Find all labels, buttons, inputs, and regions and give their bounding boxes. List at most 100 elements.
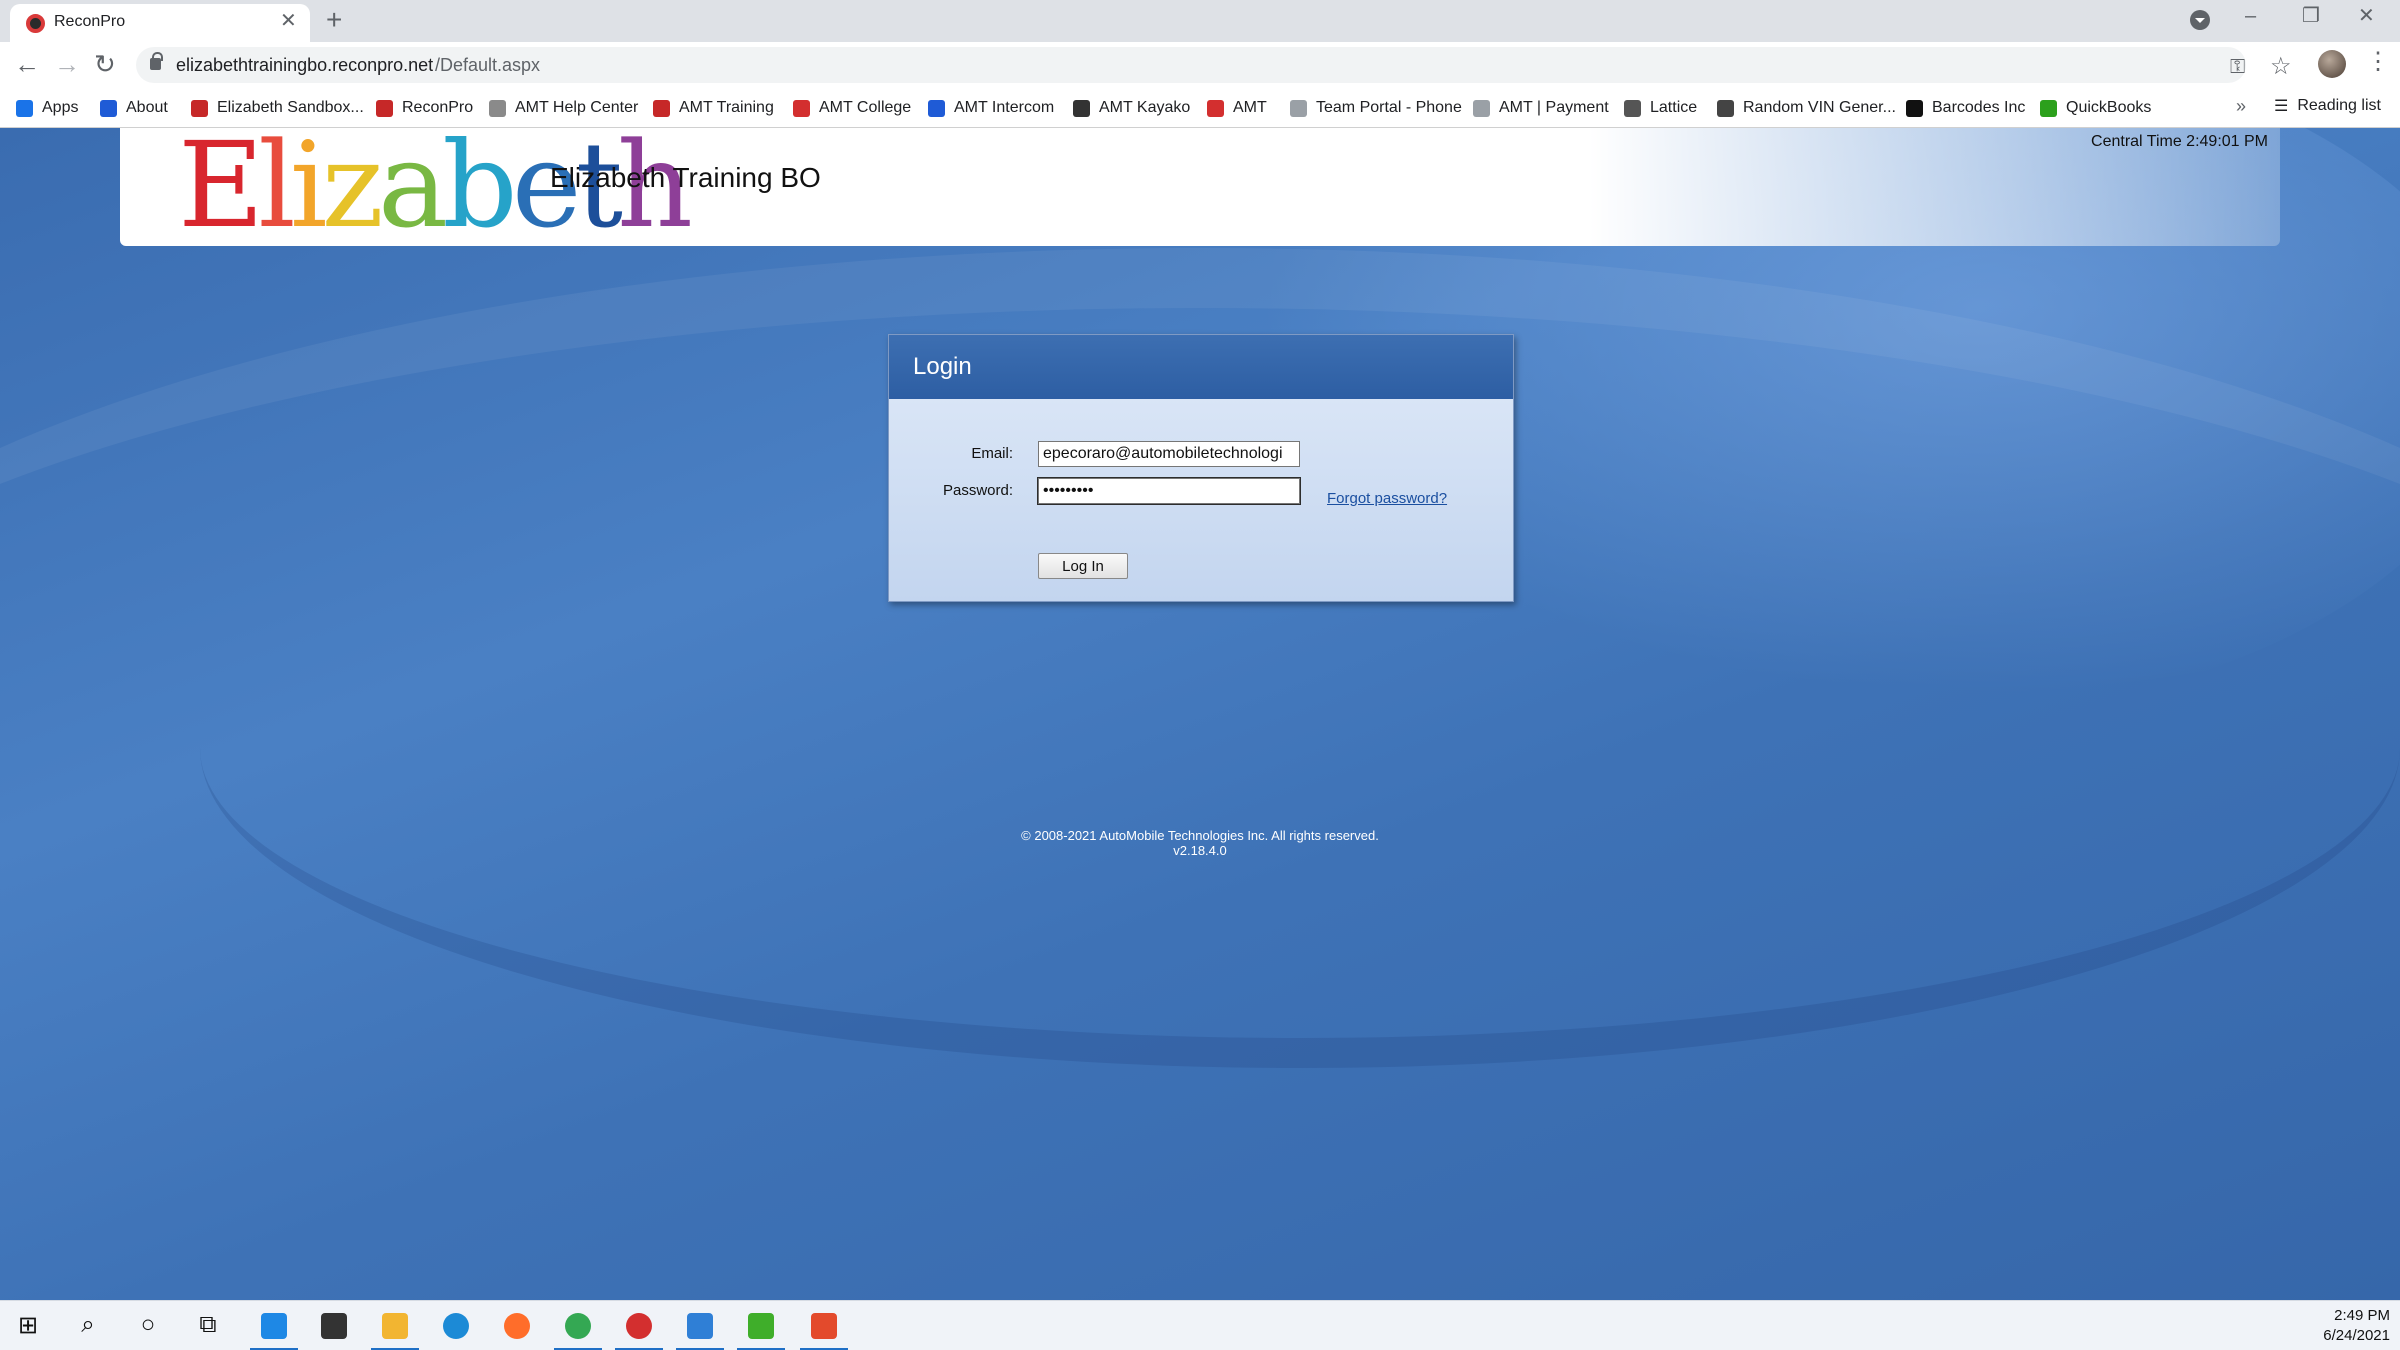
taskbar-app[interactable] <box>733 1301 789 1350</box>
barcodes-icon <box>1906 99 1923 117</box>
taskbar-app[interactable] <box>611 1301 667 1350</box>
clock-date: 6/24/2021 <box>2323 1327 2390 1344</box>
task-view-button[interactable]: ⧉ <box>180 1301 236 1350</box>
taskbar-app[interactable] <box>796 1301 852 1350</box>
bookmark-amt-payment[interactable]: AMT | Payment <box>1473 96 1609 120</box>
key-icon[interactable]: ⚿ <box>2230 56 2245 79</box>
bookmark-apps[interactable]: Apps <box>16 96 78 120</box>
bookmark-label: Elizabeth Sandbox... <box>217 99 364 116</box>
lock-icon[interactable] <box>150 52 163 70</box>
close-window-icon[interactable]: ✕ <box>2358 6 2375 26</box>
menu-dots-icon[interactable]: ⋮ <box>2366 48 2390 76</box>
start-button[interactable]: ⊞ <box>0 1301 56 1350</box>
bookmark-label: AMT | Payment <box>1499 99 1609 116</box>
address-toolbar: ← → ↻ elizabethtrainingbo.reconpro.net /… <box>0 42 2400 88</box>
bookmark-label: AMT Help Center <box>515 99 639 116</box>
taskbar-app[interactable] <box>367 1301 423 1350</box>
quickbooks-icon <box>2040 99 2057 117</box>
bookmark-label: QuickBooks <box>2066 99 2152 116</box>
bookmark-elizabeth-sandbox[interactable]: Elizabeth Sandbox... <box>191 96 364 120</box>
login-form: Email: Password: Forgot password? Log In <box>889 399 1513 601</box>
site-header: Elizabeth Elizabeth Training BO Central … <box>120 128 2280 250</box>
email-label: Email: <box>971 445 1013 462</box>
bookmark-about[interactable]: About <box>100 96 168 120</box>
close-tab-icon[interactable]: ✕ <box>280 11 297 31</box>
minimize-icon[interactable]: – <box>2245 6 2256 26</box>
url-field[interactable]: elizabethtrainingbo.reconpro.net /Defaul… <box>136 47 2246 83</box>
new-tab-icon[interactable]: + <box>326 6 342 34</box>
bookmark-label: Team Portal - Phone <box>1316 99 1462 116</box>
book-icon <box>489 99 506 117</box>
bookmarks-bar: Apps About Elizabeth Sandbox... ReconPro… <box>0 88 2400 128</box>
apps-grid-icon <box>16 99 33 117</box>
url-host: elizabethtrainingbo.reconpro.net <box>176 55 434 75</box>
email-field[interactable] <box>1038 441 1300 467</box>
bookmark-label: Apps <box>42 99 79 116</box>
taskbar-app[interactable] <box>550 1301 606 1350</box>
chrome-icon <box>565 1313 591 1339</box>
bookmark-reconpro[interactable]: ReconPro <box>376 96 473 120</box>
password-label: Password: <box>942 482 1013 499</box>
page-icon <box>1473 99 1490 117</box>
bookmark-label: Barcodes Inc <box>1932 99 2026 116</box>
reading-list-icon: ☰ <box>2274 98 2289 115</box>
system-clock[interactable]: 2:49 PM 6/24/2021 <box>2323 1306 2390 1346</box>
password-field[interactable] <box>1037 477 1301 505</box>
browser-tab[interactable]: ReconPro ✕ <box>10 4 310 42</box>
bookmark-random-vin-generator[interactable]: Random VIN Gener... <box>1717 96 1896 120</box>
intercom-icon <box>928 99 945 117</box>
bookmark-star-icon[interactable]: ☆ <box>2270 52 2292 81</box>
chevron-more-icon[interactable]: » <box>2236 96 2246 117</box>
taskbar-app[interactable] <box>489 1301 545 1350</box>
cortana-button[interactable]: ○ <box>120 1301 176 1350</box>
clock-time: 2:49 PM <box>2334 1307 2390 1324</box>
taskbar-app[interactable] <box>428 1301 484 1350</box>
bookmark-quickbooks[interactable]: QuickBooks <box>2040 96 2151 120</box>
bookmark-amt-intercom[interactable]: AMT Intercom <box>928 96 1054 120</box>
windows-logo-icon: ⊞ <box>17 1312 39 1339</box>
site-title: Elizabeth Training BO <box>550 162 821 193</box>
firefox-icon <box>504 1313 530 1339</box>
taskbar-app[interactable] <box>246 1301 302 1350</box>
bookmark-amt-kayako[interactable]: AMT Kayako <box>1073 96 1190 120</box>
file-explorer-icon <box>382 1313 408 1339</box>
globe-icon <box>1717 99 1734 117</box>
search-button[interactable]: ⌕ <box>60 1301 116 1350</box>
bookmark-label: AMT <box>1233 99 1267 116</box>
bookmark-barcodes-inc[interactable]: Barcodes Inc <box>1906 96 2025 120</box>
taskbar-app[interactable] <box>306 1301 362 1350</box>
login-title: Login <box>913 353 972 380</box>
back-icon[interactable]: ← <box>14 50 40 78</box>
intercom-icon <box>100 99 117 117</box>
taskbar-app[interactable] <box>672 1301 728 1350</box>
log-in-button[interactable]: Log In <box>1038 553 1128 579</box>
bookmark-amt-college[interactable]: AMT College <box>793 96 911 120</box>
page-content: Elizabeth Elizabeth Training BO Central … <box>0 128 2400 1300</box>
bookmark-amt-help-center[interactable]: AMT Help Center <box>489 96 638 120</box>
central-time-clock: Central Time 2:49:01 PM <box>2091 133 2268 150</box>
version-text: v2.18.4.0 <box>1173 843 1227 858</box>
edge-icon <box>443 1313 469 1339</box>
bookmark-lattice[interactable]: Lattice <box>1624 96 1697 120</box>
reload-icon[interactable]: ↻ <box>94 50 116 78</box>
tab-search-icon[interactable] <box>2190 10 2210 30</box>
bookmark-team-portal-phone[interactable]: Team Portal - Phone <box>1290 96 1462 120</box>
camtasia-icon <box>748 1313 774 1339</box>
login-header: Login <box>889 335 1513 399</box>
bookmark-label: AMT Intercom <box>954 99 1055 116</box>
bookmark-amt[interactable]: AMT <box>1207 96 1267 120</box>
bookmark-label: Random VIN Gener... <box>1743 99 1896 116</box>
url-path: /Default.aspx <box>435 55 541 75</box>
forgot-password-link[interactable]: Forgot password? <box>1327 490 1447 507</box>
bookmark-label: AMT Training <box>679 99 774 116</box>
search-icon: ⌕ <box>81 1311 95 1338</box>
reading-list-button[interactable]: ☰ Reading list <box>2274 96 2381 116</box>
forward-icon[interactable]: → <box>54 50 80 78</box>
reconpro-favicon-icon <box>26 14 45 33</box>
bookmark-amt-training[interactable]: AMT Training <box>653 96 774 120</box>
restore-icon[interactable]: ❐ <box>2302 6 2320 26</box>
reading-list-label: Reading list <box>2297 97 2381 114</box>
vivaldi-icon <box>626 1313 652 1339</box>
profile-avatar[interactable] <box>2318 50 2346 78</box>
bookmark-label: Lattice <box>1650 99 1698 116</box>
